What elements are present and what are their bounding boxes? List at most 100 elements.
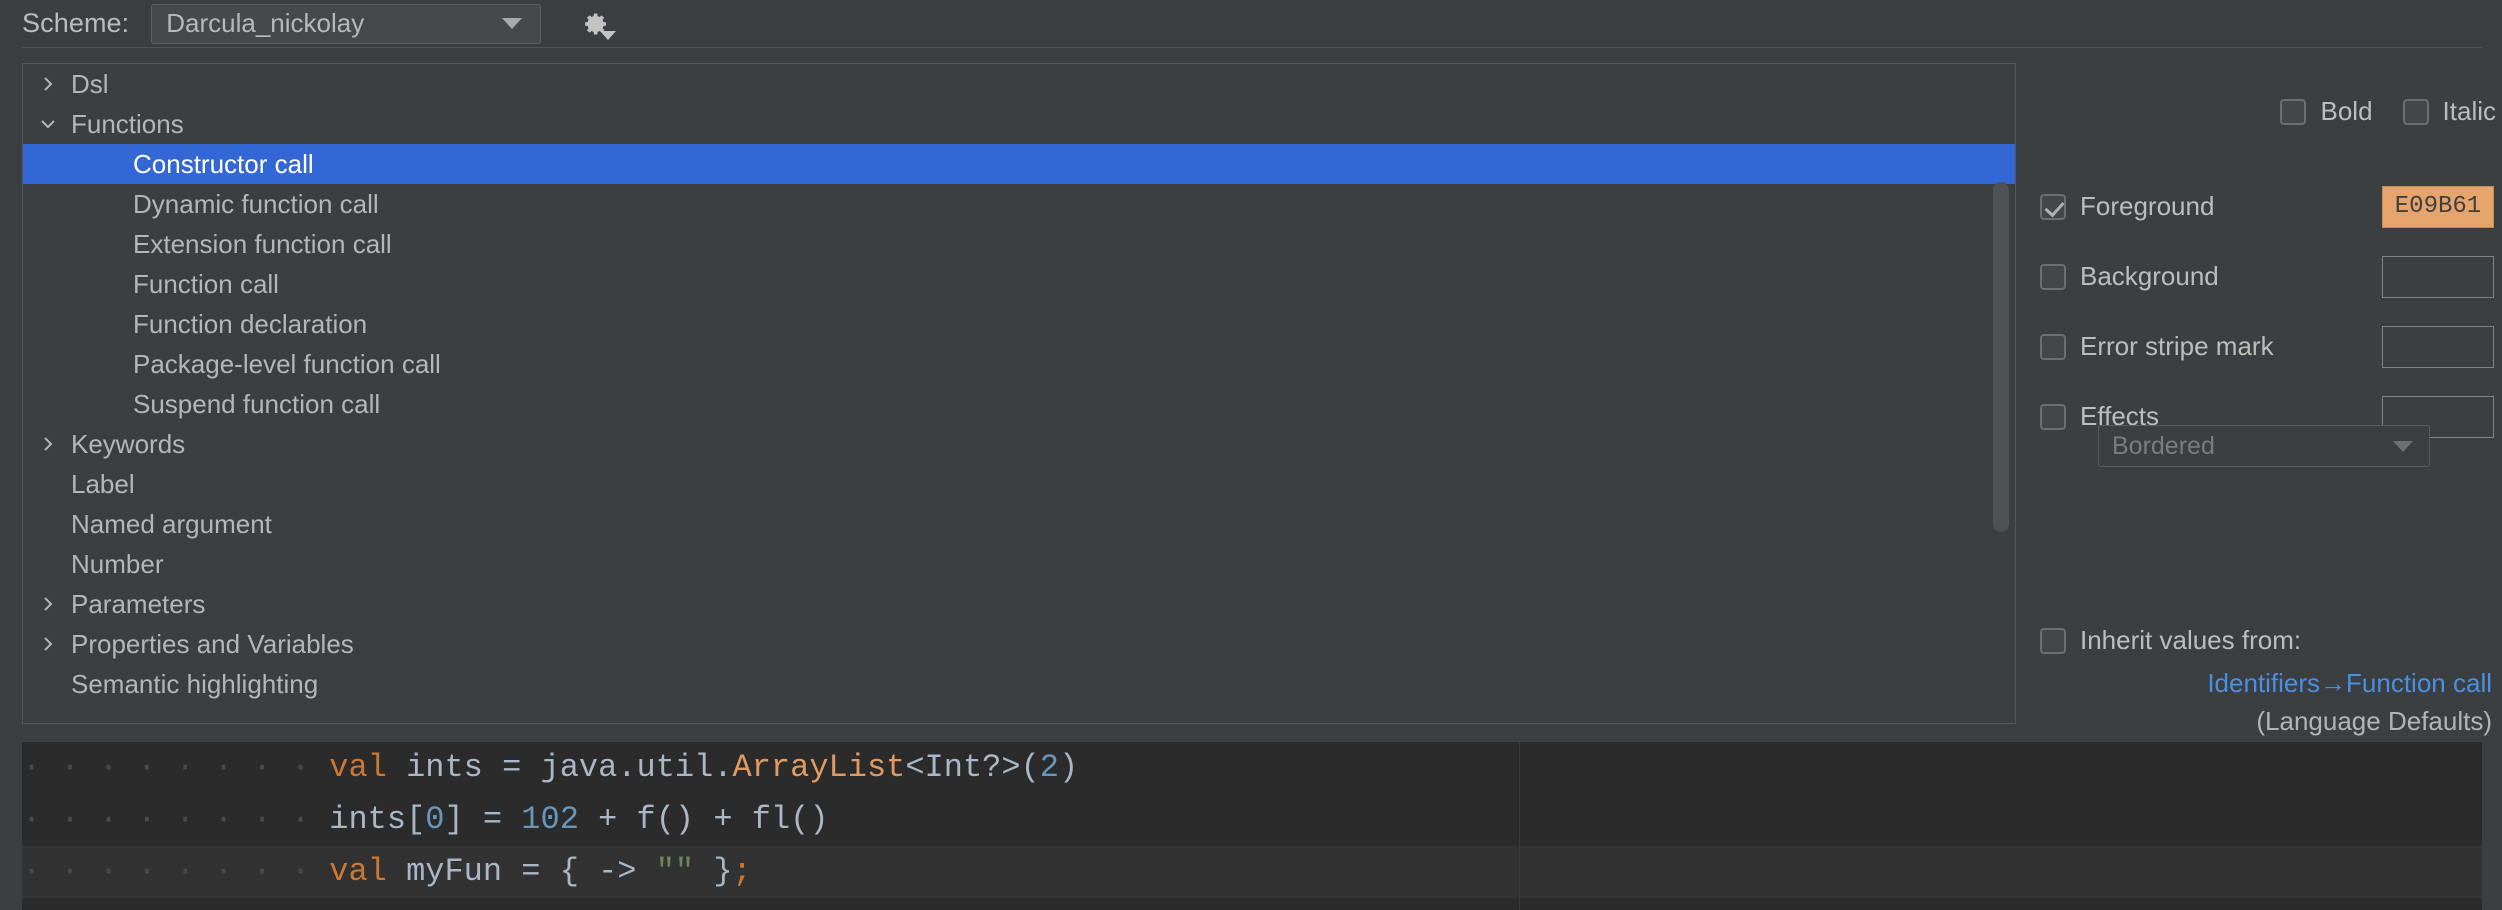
inherit-source-link[interactable]: Identifiers→Function call — [2040, 668, 2492, 699]
scheme-toolbar: Scheme: Darcula_nickolay — [0, 0, 2502, 47]
foreground-checkbox[interactable] — [2040, 193, 2066, 220]
chevron-right-icon[interactable] — [33, 594, 63, 614]
tree-item-package-level-function-call[interactable]: Package-level function call — [23, 344, 2015, 384]
tree-item-label: Properties and Variables — [71, 628, 354, 659]
code-token: "" — [655, 853, 695, 890]
tree-item-named-argument[interactable]: Named argument — [23, 504, 2015, 544]
code-token: ArrayList — [732, 749, 906, 786]
toolbar-divider — [22, 47, 2482, 48]
inherit-values-label: Inherit values from: — [2080, 625, 2302, 655]
code-token: <Int?>( — [905, 749, 1040, 786]
foreground-label: Foreground — [2080, 191, 2215, 221]
tree-item-function-call[interactable]: Function call — [23, 264, 2015, 304]
scheme-select[interactable]: Darcula_nickolay — [151, 3, 542, 44]
editor-guide-line — [1519, 742, 1520, 910]
effects-type-value: Bordered — [2112, 431, 2215, 460]
background-color-swatch[interactable] — [2382, 255, 2494, 298]
bold-label: Bold — [2320, 96, 2373, 126]
tree-item-label[interactable]: Label — [23, 464, 2015, 504]
italic-checkbox[interactable] — [2402, 98, 2429, 125]
tree-item-label: Parameters — [71, 588, 206, 619]
tree-item-label: Number — [71, 548, 164, 579]
code-preview[interactable]: · · · · · · · · val ints = java.util.Arr… — [22, 742, 2482, 910]
chevron-right-icon[interactable] — [33, 634, 63, 654]
tree-scrollbar[interactable] — [1993, 182, 2009, 532]
foreground-row: Foreground E09B61 — [2040, 185, 2502, 228]
tree-item-extension-function-call[interactable]: Extension function call — [23, 224, 2015, 264]
code-token: 2 — [1039, 749, 1059, 786]
bold-checkbox-item[interactable]: Bold — [2280, 96, 2373, 127]
tree-item-dynamic-function-call[interactable]: Dynamic function call — [23, 184, 2015, 224]
attributes-panel: Bold Italic Foreground E09B61 Background… — [2040, 63, 2502, 736]
tree-item-label: Functions — [71, 108, 184, 139]
background-row: Background — [2040, 255, 2502, 298]
inherit-values-checkbox[interactable] — [2040, 627, 2066, 654]
tree-item-function-declaration[interactable]: Function declaration — [23, 304, 2015, 344]
italic-label: Italic — [2442, 96, 2496, 126]
code-line[interactable]: · · · · · · · · val ints = java.util.Arr… — [22, 742, 2482, 794]
foreground-color-swatch[interactable]: E09B61 — [2382, 185, 2494, 228]
tree-item-suspend-function-call[interactable]: Suspend function call — [23, 384, 2015, 424]
background-checkbox[interactable] — [2040, 263, 2066, 290]
code-line[interactable]: · · · · · · · · ints[0] = 102 + f() + fl… — [22, 794, 2482, 846]
inherit-values-row[interactable]: Inherit values from: — [2040, 625, 2301, 656]
tree-item-label: Keywords — [71, 428, 186, 459]
code-token: val — [329, 853, 387, 890]
code-token: myFun = { -> — [386, 853, 656, 890]
code-token: 102 — [521, 801, 579, 838]
font-style-row: Bold Italic — [2280, 96, 2496, 127]
tree-item-semantic-highlighting[interactable]: Semantic highlighting — [23, 664, 2015, 704]
code-line[interactable]: · · · · · · · · val myFun = { -> "" }; — [22, 846, 2482, 898]
tree-item-label: Label — [71, 468, 135, 499]
effects-type-select[interactable]: Bordered — [2098, 425, 2430, 467]
italic-checkbox-item[interactable]: Italic — [2402, 96, 2496, 127]
inherit-source-sublabel: (Language Defaults) — [2256, 706, 2492, 736]
scheme-label: Scheme: — [22, 8, 130, 38]
code-token: · · · · · · · · — [22, 853, 330, 890]
tree-item-label: Semantic highlighting — [71, 668, 319, 699]
tree-item-keywords[interactable]: Keywords — [23, 424, 2015, 464]
code-token: + f() + fl() — [578, 801, 829, 838]
tree-item-parameters[interactable]: Parameters — [23, 584, 2015, 624]
tree-item-label: Suspend function call — [133, 388, 381, 419]
code-token: ] = — [444, 801, 522, 838]
color-scheme-settings-page: Scheme: Darcula_nickolay Dsl Functions Con… — [0, 0, 2502, 910]
tree-item-number[interactable]: Number — [23, 544, 2015, 584]
tree-item-constructor-call[interactable]: Constructor call — [23, 144, 2015, 184]
tree-item-label: Dsl — [71, 68, 109, 99]
tree-item-label: Extension function call — [133, 228, 392, 259]
tree-item-functions[interactable]: Functions — [23, 104, 2015, 144]
error-stripe-label: Error stripe mark — [2080, 331, 2274, 361]
tree-item-label: Function declaration — [133, 308, 368, 339]
bold-checkbox[interactable] — [2280, 98, 2307, 125]
error-stripe-checkbox[interactable] — [2040, 333, 2066, 360]
code-token: 0 — [425, 801, 445, 838]
code-token: ) — [1058, 749, 1079, 786]
scheme-settings-button[interactable] — [575, 3, 617, 45]
tree-item-properties-and-variables[interactable]: Properties and Variables — [23, 624, 2015, 664]
code-token: · · · · · · · · — [22, 801, 330, 838]
code-token: ints[ — [329, 801, 426, 838]
scheme-select-value: Darcula_nickolay — [166, 8, 365, 38]
code-token: ; — [732, 853, 752, 890]
tree-item-label: Named argument — [71, 508, 272, 539]
tree-item-label: Constructor call — [133, 148, 314, 179]
chevron-right-icon[interactable] — [33, 434, 63, 454]
effects-checkbox[interactable] — [2040, 403, 2066, 430]
code-token: val — [329, 749, 387, 786]
tree-item-label: Function call — [133, 268, 279, 299]
tree-item-label: Dynamic function call — [133, 188, 379, 219]
chevron-right-icon[interactable] — [33, 74, 63, 94]
code-token: } — [694, 853, 733, 890]
color-settings-tree[interactable]: Dsl Functions Constructor call Dynamic func… — [22, 63, 2016, 724]
chevron-down-icon — [2393, 440, 2413, 452]
code-token: ints = java.util. — [386, 749, 733, 786]
error-stripe-row: Error stripe mark — [2040, 325, 2502, 368]
chevron-down-icon[interactable] — [33, 116, 63, 132]
tree-item-label: Package-level function call — [133, 348, 441, 379]
chevron-down-icon — [600, 30, 617, 40]
code-token: · · · · · · · · — [22, 749, 330, 786]
tree-item-dsl[interactable]: Dsl — [23, 64, 2015, 104]
error-stripe-color-swatch[interactable] — [2382, 325, 2494, 368]
background-label: Background — [2080, 261, 2219, 291]
